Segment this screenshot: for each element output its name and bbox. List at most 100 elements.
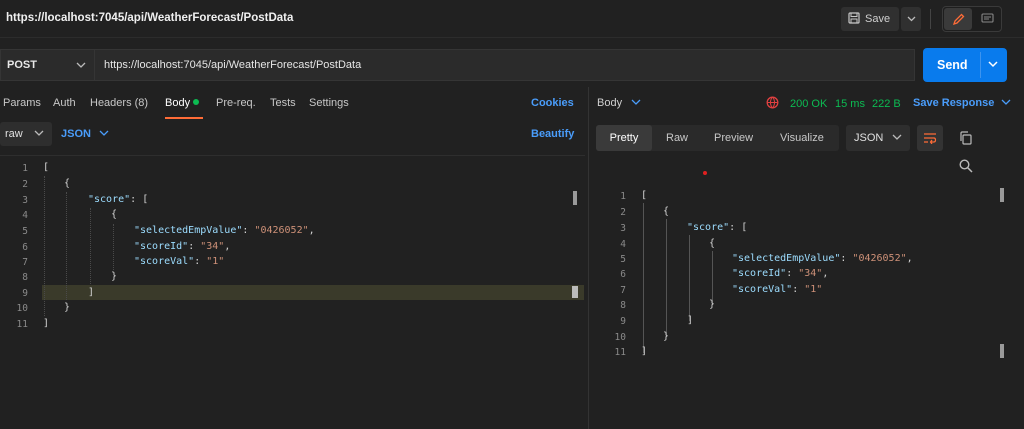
- line-number: 6: [22, 242, 28, 253]
- comment-icon: [980, 13, 994, 23]
- response-code-line: {: [709, 238, 716, 249]
- response-code-line: ]: [641, 346, 648, 357]
- response-body-label[interactable]: Body: [597, 97, 622, 109]
- wrap-lines-button[interactable]: [917, 125, 943, 151]
- chevron-down-icon[interactable]: [631, 97, 641, 107]
- request-title[interactable]: https://localhost:7045/api/WeatherForeca…: [6, 12, 293, 24]
- line-number: 1: [22, 163, 28, 174]
- response-code-line: [: [641, 190, 648, 201]
- line-number: 5: [620, 254, 626, 265]
- tab-settings[interactable]: Settings: [309, 97, 349, 109]
- body-language-select[interactable]: JSON: [61, 128, 109, 140]
- line-number: 7: [620, 285, 626, 296]
- tab-body[interactable]: Body: [165, 97, 200, 109]
- chevron-down-icon: [99, 130, 109, 136]
- code-line: {: [111, 209, 118, 220]
- response-scrollbar[interactable]: [1000, 188, 1004, 202]
- line-number: 8: [22, 272, 28, 283]
- save-button[interactable]: Save: [841, 7, 899, 31]
- edit-button[interactable]: [944, 8, 972, 30]
- url-text: https://localhost:7045/api/WeatherForeca…: [104, 59, 362, 71]
- response-code-line: ]: [687, 315, 694, 326]
- pencil-icon: [952, 13, 964, 25]
- indent-guide: [44, 176, 45, 316]
- response-code-line: }: [709, 299, 716, 310]
- tab-raw[interactable]: Raw: [666, 125, 688, 151]
- active-tab-underline: [165, 117, 203, 119]
- code-line: }: [64, 302, 71, 313]
- tab-params[interactable]: Params: [3, 97, 41, 109]
- line-number: 2: [620, 207, 626, 218]
- body-language-label: JSON: [61, 128, 91, 140]
- chevron-down-icon: [76, 62, 86, 68]
- line-number: 9: [22, 288, 28, 299]
- code-line: "selectedEmpValue": "0426052",: [134, 225, 315, 236]
- line-number: 1: [620, 191, 626, 202]
- wrap-lines-icon: [924, 133, 937, 144]
- response-format-select[interactable]: JSON: [846, 125, 910, 151]
- code-line: {: [64, 178, 71, 189]
- save-response-label: Save Response: [913, 97, 995, 109]
- status-code[interactable]: 200 OK: [790, 98, 827, 110]
- response-code-line: {: [663, 206, 670, 217]
- chevron-down-icon[interactable]: [987, 57, 999, 71]
- tab-prereq[interactable]: Pre-req.: [216, 97, 256, 109]
- tab-headers[interactable]: Headers (8): [90, 97, 148, 109]
- send-label: Send: [937, 58, 968, 72]
- code-line: ]: [88, 287, 95, 298]
- url-input[interactable]: https://localhost:7045/api/WeatherForeca…: [95, 49, 915, 81]
- send-button[interactable]: Send: [923, 48, 1007, 82]
- cookies-link[interactable]: Cookies: [531, 97, 574, 109]
- line-number: 4: [22, 210, 28, 221]
- line-number: 11: [16, 319, 28, 330]
- indent-guide: [66, 192, 67, 300]
- response-code-line: }: [663, 331, 670, 342]
- code-line: [: [43, 162, 50, 173]
- copy-icon[interactable]: [958, 130, 974, 146]
- response-time[interactable]: 15 ms: [835, 98, 865, 110]
- code-line: }: [111, 271, 118, 282]
- cursor-marker: [572, 286, 578, 298]
- code-line: ]: [43, 318, 50, 329]
- body-indicator-dot: [193, 99, 200, 105]
- line-number: 5: [22, 226, 28, 237]
- save-response-button[interactable]: Save Response: [913, 97, 1011, 109]
- response-size[interactable]: 222 B: [872, 98, 901, 110]
- line-number: 3: [22, 195, 28, 206]
- indent-guide: [712, 251, 713, 305]
- globe-icon[interactable]: [766, 96, 779, 109]
- line-number: 4: [620, 239, 626, 250]
- editor-scrollbar[interactable]: [573, 191, 577, 205]
- response-scrollbar-end: [1000, 344, 1004, 358]
- search-icon[interactable]: [958, 158, 974, 174]
- response-code-line: "score": [: [687, 222, 748, 233]
- tab-preview[interactable]: Preview: [714, 125, 753, 151]
- line-number: 10: [614, 332, 626, 343]
- line-number: 2: [22, 179, 28, 190]
- line-number: 6: [620, 269, 626, 280]
- indent-guide: [113, 224, 114, 270]
- code-line: "score": [: [88, 194, 149, 205]
- indent-guide: [643, 203, 644, 353]
- line-number: 8: [620, 300, 626, 311]
- code-line: "scoreVal": "1": [134, 256, 225, 267]
- indent-guide: [666, 219, 667, 337]
- code-line: "scoreId": "34",: [134, 241, 231, 252]
- send-divider: [980, 52, 981, 78]
- tab-pretty[interactable]: Pretty: [596, 125, 652, 151]
- pane-divider[interactable]: [588, 87, 589, 429]
- response-code-line: "selectedEmpValue": "0426052",: [732, 253, 913, 264]
- comments-button[interactable]: [974, 8, 1000, 30]
- save-options-button[interactable]: [901, 7, 921, 31]
- save-label: Save: [865, 13, 891, 25]
- chevron-down-icon: [1001, 99, 1011, 105]
- body-mode-select[interactable]: raw: [0, 122, 52, 146]
- beautify-button[interactable]: Beautify: [531, 128, 574, 140]
- response-format-label: JSON: [854, 132, 884, 144]
- toolbar-divider: [930, 9, 931, 29]
- chevron-down-icon: [34, 130, 44, 136]
- tab-auth[interactable]: Auth: [53, 97, 76, 109]
- tab-visualize[interactable]: Visualize: [780, 125, 824, 151]
- method-select[interactable]: POST: [0, 49, 95, 81]
- tab-tests[interactable]: Tests: [270, 97, 296, 109]
